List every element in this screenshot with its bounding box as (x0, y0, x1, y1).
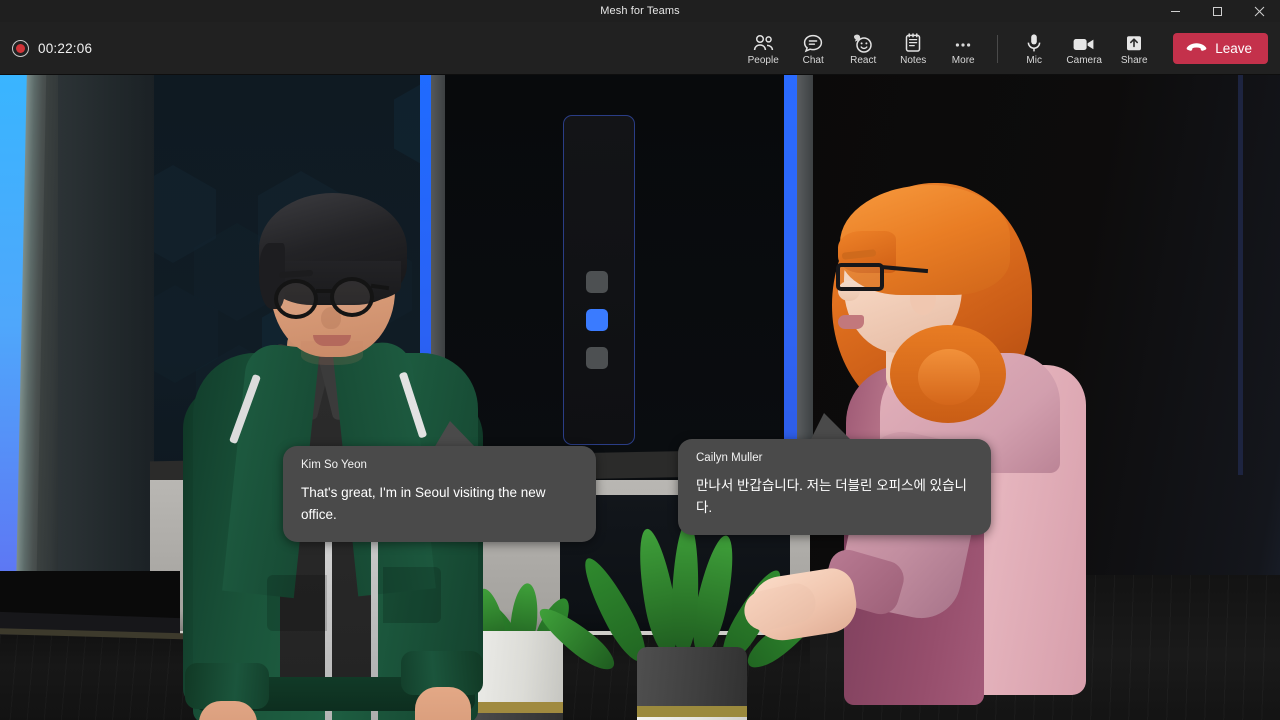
people-label: People (747, 54, 779, 66)
notes-label: Notes (900, 54, 927, 66)
react-label: React (850, 54, 877, 66)
meeting-timer: 00:22:06 (38, 40, 93, 56)
male-glasses-right-lens (330, 277, 374, 317)
toolbar-divider (997, 34, 999, 63)
meeting-toolbar: 00:22:06 People Chat React Notes More Mi… (0, 22, 1280, 75)
female-hair-curl-inner (918, 349, 980, 405)
more-button[interactable]: More (938, 24, 988, 73)
male-mouth (313, 335, 351, 346)
speech-bubble-tail-left (434, 421, 476, 448)
mic-button[interactable]: Mic (1009, 24, 1059, 73)
camera-button[interactable]: Camera (1059, 24, 1109, 73)
minimize-icon (1170, 10, 1180, 12)
male-hand-right (415, 687, 471, 720)
maximize-icon (1212, 6, 1222, 16)
react-icon (852, 32, 874, 53)
people-button[interactable]: People (738, 24, 788, 73)
speech-bubble-cailyn-muller: Cailyn Muller 만나서 반갑습니다. 저는 더블린 오피스에 있습니… (678, 439, 991, 535)
male-glasses-left-lens (274, 279, 318, 319)
camera-label: Camera (1066, 54, 1102, 66)
chat-icon (803, 32, 823, 53)
virtual-space-viewport[interactable]: Kim So Yeon That's great, I'm in Seoul v… (0, 75, 1280, 720)
male-glasses-bridge (316, 289, 332, 293)
chat-label: Chat (802, 54, 824, 66)
right-edge-trim (1238, 75, 1243, 475)
more-icon (953, 32, 973, 53)
speech-bubble-tail-right (810, 413, 852, 441)
leave-button[interactable]: Leave (1173, 33, 1268, 64)
window-controls (1154, 0, 1280, 22)
notes-button[interactable]: Notes (888, 24, 938, 73)
notes-icon (904, 32, 922, 53)
chat-button[interactable]: Chat (788, 24, 838, 73)
panel-button-active[interactable] (586, 309, 608, 331)
mic-label: Mic (1026, 54, 1042, 66)
share-label: Share (1120, 54, 1148, 66)
maximize-button[interactable] (1196, 0, 1238, 22)
react-button[interactable]: React (838, 24, 888, 73)
avatar-kim-so-yeon[interactable] (175, 135, 535, 720)
leave-label: Leave (1215, 41, 1252, 56)
window-title: Mesh for Teams (600, 5, 680, 17)
speech-bubble-message: That's great, I'm in Seoul visiting the … (301, 485, 546, 522)
people-icon (753, 32, 774, 53)
male-pocket-left (267, 575, 327, 631)
close-button[interactable] (1238, 0, 1280, 22)
camera-icon (1072, 32, 1096, 53)
recording-indicator: 00:22:06 (12, 39, 93, 57)
speech-bubble-speaker: Kim So Yeon (301, 459, 367, 471)
panel-button-top[interactable] (586, 271, 608, 293)
female-glasses-lens (836, 263, 884, 291)
male-pocket-right (383, 567, 441, 623)
plant-pot-center (637, 647, 747, 720)
speech-bubble-message: 만나서 반갑습니다. 저는 더블린 오피스에 있습니다. (696, 478, 967, 515)
toolbar-actions: People Chat React Notes More Mic Camera … (738, 22, 1280, 75)
panel-button-bottom[interactable] (586, 347, 608, 369)
call-end-icon (1186, 41, 1207, 57)
more-label: More (951, 54, 975, 66)
microphone-icon (1025, 32, 1043, 53)
speech-bubble-speaker: Cailyn Muller (696, 452, 763, 464)
share-button[interactable]: Share (1109, 24, 1159, 73)
mesh-for-teams-window: Mesh for Teams 00:22:06 People Chat Reac… (0, 0, 1280, 720)
speech-bubble-kim-so-yeon: Kim So Yeon That's great, I'm in Seoul v… (283, 446, 596, 542)
minimize-button[interactable] (1154, 0, 1196, 22)
record-icon (12, 39, 29, 57)
title-bar: Mesh for Teams (0, 0, 1280, 22)
female-lips (838, 315, 864, 329)
close-icon (1254, 6, 1264, 16)
share-icon (1124, 32, 1144, 53)
